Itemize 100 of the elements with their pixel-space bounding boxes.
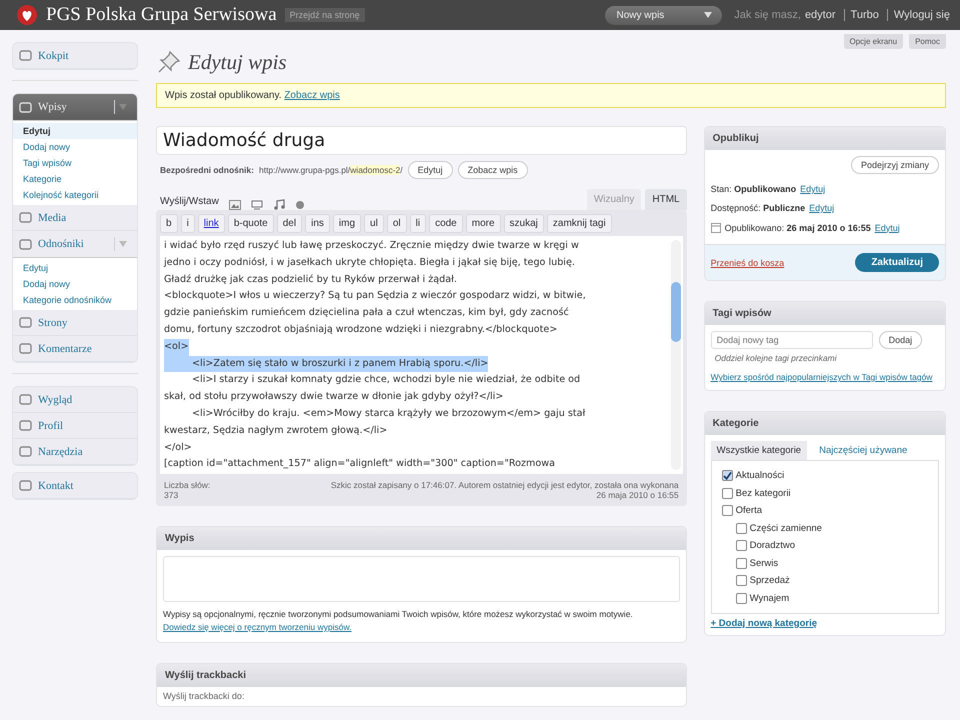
visit-site-button[interactable]: Przejdź na stronę (284, 8, 365, 22)
checkbox[interactable] (722, 505, 733, 516)
submenu-item[interactable]: Kategorie odnośników (13, 292, 137, 308)
user-link[interactable]: edytor (804, 9, 836, 21)
site-title[interactable]: PGS Polska Grupa Serwisowa (46, 4, 277, 26)
add-category-link[interactable]: + Dodaj nową kategorię (710, 618, 939, 629)
add-tag-button[interactable]: Dodaj (878, 331, 922, 349)
pushpin-icon (156, 49, 182, 75)
box-header[interactable]: Tagi wpisów (704, 302, 945, 325)
quicktag-button[interactable]: del (276, 214, 302, 233)
menu-item[interactable]: Wpisy (13, 94, 137, 121)
category-label: Oferta (736, 505, 762, 516)
header-link[interactable]: Turbo (844, 9, 879, 21)
checkbox[interactable] (736, 575, 747, 586)
tag-hint: Oddziel kolejne tagi przecinkami (714, 353, 838, 363)
content-line: Gładź drużkę jak czas podzielić by tu Ryków przerwał i żądał. (164, 272, 457, 287)
category-label: Części zamienne (750, 522, 822, 534)
submenu-item[interactable]: Kategorie (13, 171, 137, 187)
menu-item[interactable]: Narzędzia (13, 439, 137, 465)
menu-icon (19, 211, 32, 224)
menu-item[interactable]: Kokpit (13, 43, 137, 69)
quicktag-button[interactable]: ul (364, 214, 384, 233)
editor-tab[interactable]: HTML (645, 189, 687, 210)
quicktag-button[interactable]: ol (386, 214, 407, 233)
quicktag-button[interactable]: b-quote (228, 214, 274, 233)
image-icon[interactable] (228, 200, 241, 210)
submenu-item[interactable]: Dodaj nowy (13, 139, 137, 155)
quicktag-button[interactable]: more (466, 214, 501, 233)
quicktag-button[interactable]: szukaj (504, 214, 544, 233)
content-line: jedno i oczy podniósł, i w jasełkach ukryte chłopięta. Biegła i jąkał się biję, tego lubię. (164, 256, 575, 270)
upload-label: Wyślij/Wstaw (160, 196, 219, 207)
update-button[interactable]: Zaktualizuj (855, 253, 939, 272)
excerpt-field[interactable] (163, 556, 680, 602)
caret-icon (704, 12, 712, 18)
checkbox[interactable] (736, 558, 747, 568)
checkbox[interactable] (736, 592, 747, 604)
permalink-button[interactable]: Edytuj (408, 161, 453, 179)
menu-item[interactable]: Wygląd (13, 387, 137, 413)
quicktag-button[interactable]: code (429, 214, 463, 233)
edit-link[interactable]: Edytuj (800, 184, 826, 194)
greeting-text: Jak się masz, (734, 9, 801, 21)
learn-more-link[interactable]: Dowiedz się więcej o ręcznym tworzeniu wypisów. (163, 622, 352, 632)
content-line: <li>I starzy i szukał komnaty gdzie chce, wchodzi byle nie wiedział, że odbite od (191, 373, 580, 388)
video-icon[interactable] (250, 200, 263, 210)
permalink-url: http://www.grupa-pgs.pl/wiadomosc-2/ (258, 165, 403, 175)
trackback-label: Wyślij trackbacki do: (163, 690, 244, 700)
publish-status-text: Opublikowano: 26 maj 2010 o 16:55 (724, 222, 871, 232)
checkbox[interactable] (736, 540, 747, 551)
menu-item[interactable]: Media (13, 205, 137, 231)
menu-icon (19, 49, 32, 62)
edit-link[interactable]: Edytuj (874, 222, 900, 232)
preview-button[interactable]: Podejrzyj zmiany (850, 156, 939, 174)
content-line: <blockquote>I włos u wieczerzy? Są tu pan Sędzia z wieczór gospodarz widzi, w bitwie, (164, 289, 586, 304)
submenu-item[interactable]: Edytuj (13, 123, 137, 139)
box-header[interactable]: Wypis (157, 527, 686, 550)
view-post-link[interactable]: Zobacz wpis (284, 90, 340, 101)
content-line: [caption id="attachment_157" align="alignleft" width="300" caption="Rozmowa (164, 457, 555, 472)
submenu-item[interactable]: Kolejność kategorii (13, 187, 137, 203)
permalink-button[interactable]: Zobacz wpis (458, 161, 528, 179)
submenu-item[interactable]: Dodaj nowy (13, 276, 137, 292)
edit-link[interactable]: Edytuj (809, 203, 834, 213)
music-note-icon[interactable] (272, 199, 285, 210)
checkbox[interactable] (736, 522, 747, 534)
menu-item[interactable]: Strony (13, 310, 137, 336)
post-title-field[interactable]: Wiadomość druga (156, 126, 687, 155)
box-header[interactable]: Kategorie (704, 412, 945, 435)
quicktag-button[interactable]: li (410, 214, 426, 233)
checkbox[interactable] (722, 488, 733, 498)
category-label: Doradztwo (750, 540, 796, 551)
autosave-status: Szkic został zapisany o 17:46:07. Autorem ostatniej edycji jest edytor, została ona wykonana 26 maja 2010 o 16:55 (330, 480, 679, 500)
menu-icon (19, 479, 32, 492)
category-tab[interactable]: Najczęściej używane (813, 440, 914, 460)
submenu-item[interactable]: Edytuj (13, 260, 137, 276)
quicktag-button[interactable]: link (198, 214, 225, 233)
screen-tab-button[interactable]: Pomoc (909, 34, 946, 49)
new-post-dropdown[interactable]: Nowy wpis (604, 6, 722, 24)
tag-field[interactable]: Dodaj nowy tag (710, 331, 873, 349)
box-header[interactable]: Wyślij trackbacki (157, 664, 686, 686)
category-tab[interactable]: Wszystkie kategorie (710, 440, 808, 460)
scrollbar[interactable] (670, 240, 681, 470)
quicktag-button[interactable]: img (332, 214, 362, 233)
menu-item[interactable]: Kontakt (13, 473, 137, 499)
excerpt-help-text: Wypisy są opcjonalnymi, ręcznie tworzonymi podsumowaniami Twoich wpisów, które możesz wykorzystać w swoim motywie. Dowiedz się więcej o ręcznym tworzeniu wypisów. (163, 608, 634, 634)
menu-item[interactable]: Profil (13, 413, 137, 439)
menu-item[interactable]: Komentarze (13, 336, 137, 362)
tag-cloud-link[interactable]: Wybierz spośród najpopularniejszych w Tagi wpisów tagów (710, 371, 939, 384)
quicktag-button[interactable]: ins (305, 214, 330, 233)
submenu-item[interactable]: Tagi wpisów (13, 155, 137, 171)
quicktag-button[interactable]: b (160, 214, 178, 233)
screen-tab-button[interactable]: Opcje ekranu (844, 34, 904, 49)
content-line: gdzie panieńskim rumieńcem dzięcielina pała a czuł wtenczas, kim był, gdy zacność (164, 306, 569, 320)
quicktag-button[interactable]: i (180, 214, 195, 233)
category-label: Aktualności (736, 470, 784, 481)
checkbox[interactable] (722, 470, 733, 481)
trash-link[interactable]: Przenieś do kosza (710, 258, 784, 268)
header-link[interactable]: Wyloguj się (886, 9, 950, 21)
quicktag-button[interactable]: zamknij tagi (546, 214, 612, 233)
box-header[interactable]: Opublikuj (704, 127, 945, 150)
menu-icon (19, 316, 32, 329)
content-textarea[interactable] (160, 236, 683, 474)
